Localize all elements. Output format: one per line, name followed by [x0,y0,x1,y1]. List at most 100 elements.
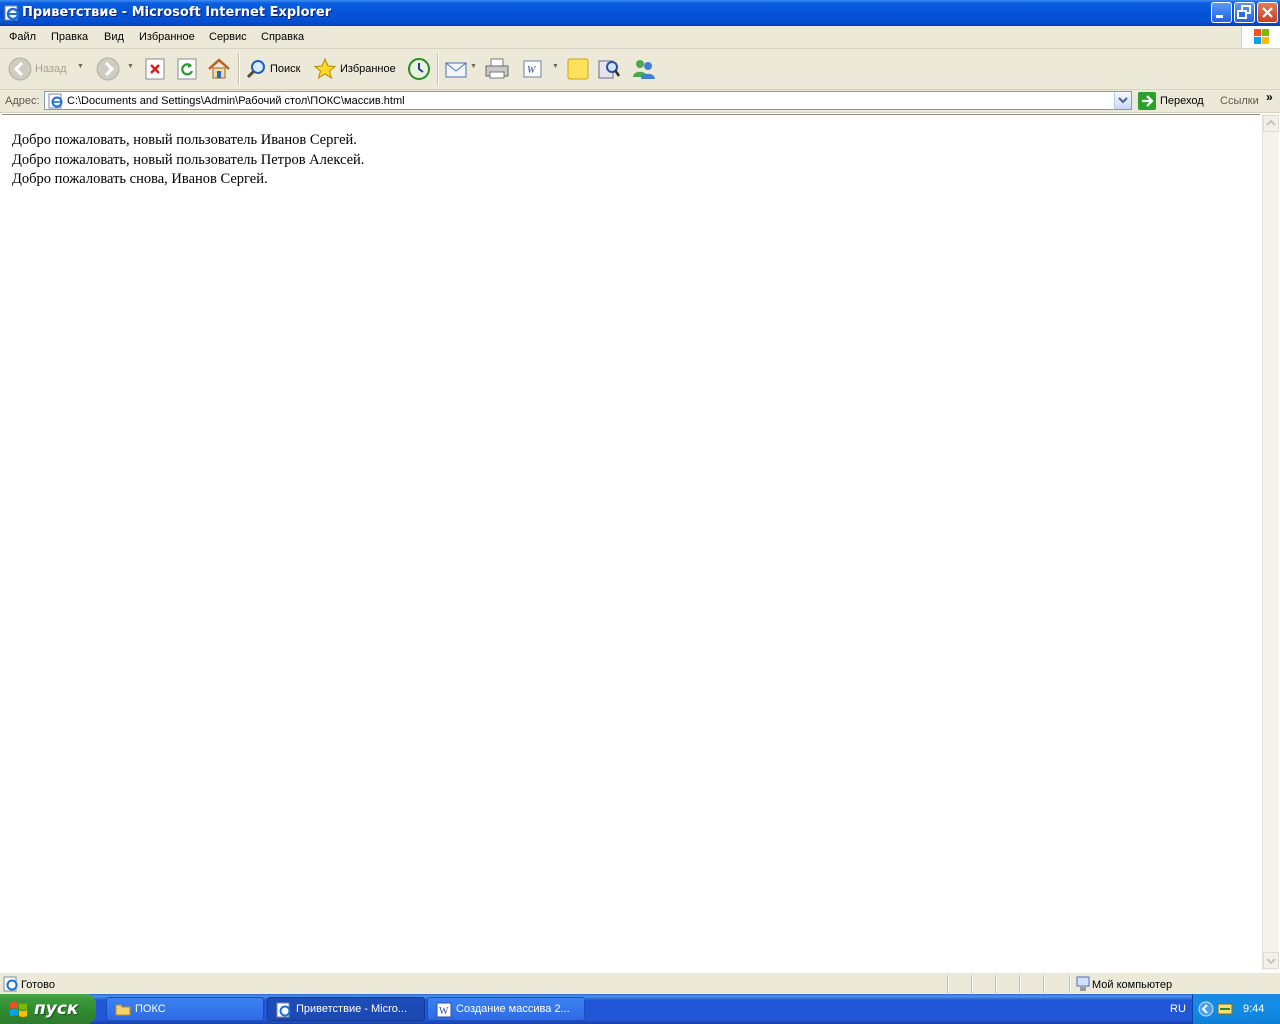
search-button[interactable]: Поиск [245,49,300,89]
toolbar-separator [437,53,439,85]
my-computer-icon [1075,976,1091,995]
taskbar: пуск ПОКС Приветствие - Micro... W Созда… [0,994,1280,1024]
stop-icon [145,58,165,80]
taskbar-item-word[interactable]: W Создание массива 2... [427,997,585,1021]
start-button[interactable]: пуск [0,994,96,1024]
status-divider [1019,975,1021,993]
windows-flag-icon [10,1002,27,1017]
forward-dropdown-icon[interactable]: ▼ [127,63,134,70]
forward-arrow-icon [96,57,120,81]
toolbar: Назад ▼ ▼ Поиск Избранное ▼ W ▼ [0,49,1280,90]
note-icon [567,58,589,80]
task-label: Приветствие - Micro... [296,1003,408,1015]
refresh-button[interactable] [177,49,197,89]
favorites-star-icon [313,57,337,80]
favorites-button[interactable]: Избранное [313,49,396,89]
go-button[interactable]: Переход [1137,91,1204,111]
greeting-line: Добро пожаловать, новый пользователь Пет… [12,151,365,168]
title-bar[interactable]: Приветствие - Microsoft Internet Explore… [0,0,1280,26]
ie-icon [276,1002,292,1021]
window-title: Приветствие - Microsoft Internet Explore… [22,5,332,20]
folder-icon [115,1002,131,1019]
scroll-down-button[interactable] [1263,952,1279,969]
back-label: Назад [35,63,67,75]
edit-dropdown-icon[interactable]: ▼ [552,63,559,70]
status-divider [947,975,949,993]
status-divider [995,975,997,993]
ie-icon [4,5,20,21]
status-divider [1069,975,1071,993]
close-button[interactable] [1257,2,1278,23]
research-button[interactable] [597,49,621,89]
security-zone: Мой компьютер [1092,979,1173,991]
refresh-icon [177,58,197,80]
forward-button[interactable] [96,49,120,89]
back-button[interactable]: Назад [8,49,67,89]
favorites-label: Избранное [340,63,396,75]
page-content: Добро пожаловать, новый пользователь Ива… [2,114,1260,971]
greeting-line: Добро пожаловать снова, Иванов Сергей. [12,171,268,187]
menu-edit[interactable]: Правка [51,31,88,43]
mail-dropdown-icon[interactable]: ▼ [470,63,477,70]
address-url: C:\Documents and Settings\Admin\Рабочий … [67,95,405,107]
home-button[interactable] [207,49,231,89]
research-icon [598,60,621,79]
start-label: пуск [34,999,79,1019]
go-label: Переход [1160,95,1204,107]
menu-tools[interactable]: Сервис [209,31,247,43]
menu-help[interactable]: Справка [261,31,304,43]
windows-logo-icon [1241,26,1280,48]
menu-bar: Файл Правка Вид Избранное Сервис Справка [0,26,1280,49]
language-indicator[interactable]: RU [1170,1003,1186,1015]
address-bar: Адрес: C:\Documents and Settings\Admin\Р… [0,90,1280,113]
clock[interactable]: 9:44 [1243,1003,1264,1015]
system-tray: 9:44 [1192,994,1280,1024]
edit-button[interactable]: W [522,49,544,89]
address-dropdown-button[interactable] [1114,92,1131,109]
minimize-button[interactable] [1211,2,1232,23]
taskbar-item-folder[interactable]: ПОКС [106,997,264,1021]
page-status-icon [3,976,19,995]
print-button[interactable] [484,49,510,89]
toolbar-separator [238,53,240,85]
discuss-button[interactable] [566,49,590,89]
messenger-icon [633,60,655,79]
scroll-up-button[interactable] [1263,115,1279,132]
links-chevron-icon[interactable]: » [1266,90,1273,104]
chevron-down-icon [1266,958,1276,965]
links-label[interactable]: Ссылки [1220,95,1259,107]
page-icon [48,93,64,112]
stop-button[interactable] [145,49,165,89]
task-label: Создание массива 2... [456,1003,570,1015]
chevron-up-icon [1266,119,1276,126]
menu-favorites[interactable]: Избранное [139,31,195,43]
status-bar: Готово Мой компьютер [0,972,1280,995]
vertical-scrollbar[interactable] [1262,114,1279,970]
search-label: Поиск [270,63,301,75]
restore-button[interactable] [1234,2,1255,23]
messenger-button[interactable] [631,49,657,89]
menu-file[interactable]: Файл [9,31,36,43]
word-edit-icon: W [523,60,542,78]
word-icon: W [436,1002,452,1021]
status-text: Готово [21,979,55,991]
history-icon [408,58,430,80]
back-arrow-icon [8,57,32,81]
chevron-down-icon [1118,97,1128,104]
mail-icon [445,62,467,78]
address-input[interactable]: C:\Documents and Settings\Admin\Рабочий … [44,91,1132,110]
svg-text:W: W [439,1006,449,1017]
menu-view[interactable]: Вид [104,31,124,43]
greeting-line: Добро пожаловать, новый пользователь Ива… [12,132,357,148]
status-divider [971,975,973,993]
history-button[interactable] [406,49,432,89]
taskbar-item-ie[interactable]: Приветствие - Micro... [267,997,425,1021]
address-label: Адрес: [5,95,40,107]
mail-button[interactable] [444,49,470,89]
back-dropdown-icon[interactable]: ▼ [77,63,84,70]
status-divider [1043,975,1045,993]
task-label: ПОКС [135,1003,166,1015]
tray-expand-icon[interactable] [1198,1001,1214,1020]
network-icon[interactable] [1217,1002,1233,1019]
page-body: Добро пожаловать, новый пользователь Ива… [12,131,364,190]
